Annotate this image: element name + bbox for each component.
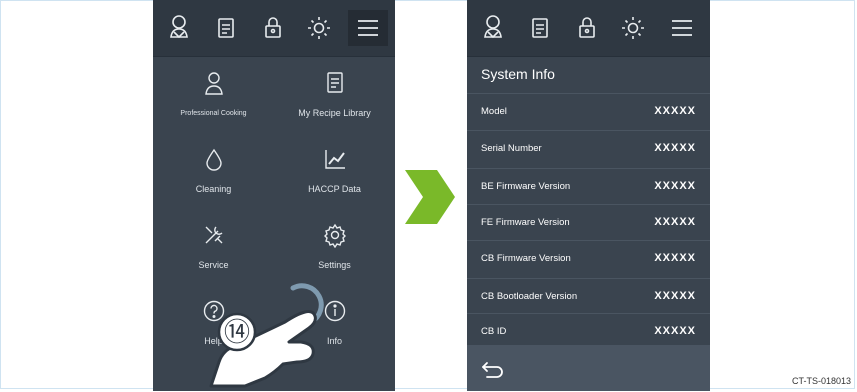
- info-row-model: Model XXXXX: [467, 93, 710, 130]
- chef-icon[interactable]: [161, 10, 197, 46]
- info-label: CB Firmware Version: [481, 253, 571, 264]
- lock-icon[interactable]: [255, 10, 291, 46]
- tile-service[interactable]: Service: [153, 212, 274, 288]
- figure-caption: CT-TS-018013: [791, 376, 851, 386]
- tile-label: Cleaning: [195, 184, 232, 194]
- recipe-book-icon: [274, 70, 395, 96]
- tile-label: Settings: [318, 260, 351, 270]
- info-label: Model: [481, 106, 507, 117]
- info-row-cb-firmware: CB Firmware Version XXXXX: [467, 240, 710, 277]
- info-label: Serial Number: [481, 143, 542, 154]
- info-label: CB Bootloader Version: [481, 291, 578, 302]
- tools-icon: [153, 222, 274, 248]
- info-value: XXXXX: [654, 180, 696, 192]
- chart-icon: [274, 146, 395, 172]
- info-value: XXXXX: [654, 252, 696, 264]
- info-label: CB ID: [481, 326, 507, 337]
- back-icon[interactable]: [481, 357, 505, 379]
- bottom-bar: [467, 345, 710, 391]
- step-marker: ⑭: [224, 317, 250, 347]
- tile-haccp-data[interactable]: HACCP Data: [274, 136, 395, 212]
- info-value: XXXXX: [654, 142, 696, 154]
- tile-label: Service: [198, 260, 229, 270]
- tile-my-recipe-library[interactable]: My Recipe Library: [274, 60, 395, 136]
- info-row-be-firmware: BE Firmware Version XXXXX: [467, 168, 710, 205]
- info-value: XXXXX: [654, 105, 696, 117]
- info-label: FE Firmware Version: [481, 217, 570, 228]
- info-value: XXXXX: [654, 216, 696, 228]
- top-bar: [153, 0, 395, 57]
- page-title: System Info: [481, 66, 555, 82]
- info-row-fe-firmware: FE Firmware Version XXXXX: [467, 204, 710, 241]
- info-row-cb-bootloader: CB Bootloader Version XXXXX: [467, 278, 710, 315]
- menu-icon[interactable]: [348, 10, 388, 46]
- water-drop-icon: [153, 146, 274, 172]
- tile-label: HACCP Data: [308, 184, 361, 194]
- tile-label: My Recipe Library: [298, 108, 371, 118]
- next-arrow-icon: [405, 170, 455, 224]
- info-row-serial-number: Serial Number XXXXX: [467, 130, 710, 167]
- tap-hand-illustration: ⑭: [209, 283, 324, 388]
- tile-professional-cooking[interactable]: Professional Cooking: [153, 60, 274, 136]
- chef-icon: [153, 70, 274, 96]
- recipe-book-icon[interactable]: [522, 10, 558, 46]
- lock-icon[interactable]: [569, 10, 605, 46]
- tile-cleaning[interactable]: Cleaning: [153, 136, 274, 212]
- info-label: BE Firmware Version: [481, 181, 571, 192]
- tile-settings[interactable]: Settings: [274, 212, 395, 288]
- top-bar: [467, 0, 710, 57]
- brightness-icon[interactable]: [301, 10, 337, 46]
- gear-icon: [274, 222, 395, 249]
- brightness-icon[interactable]: [615, 10, 651, 46]
- system-info-screen: System Info Model XXXXX Serial Number XX…: [467, 0, 710, 391]
- tile-label: Professional Cooking: [180, 110, 247, 117]
- info-value: XXXXX: [654, 290, 696, 302]
- info-value: XXXXX: [654, 325, 696, 337]
- menu-icon[interactable]: [664, 10, 700, 46]
- recipe-book-icon[interactable]: [208, 10, 244, 46]
- chef-icon[interactable]: [475, 10, 511, 46]
